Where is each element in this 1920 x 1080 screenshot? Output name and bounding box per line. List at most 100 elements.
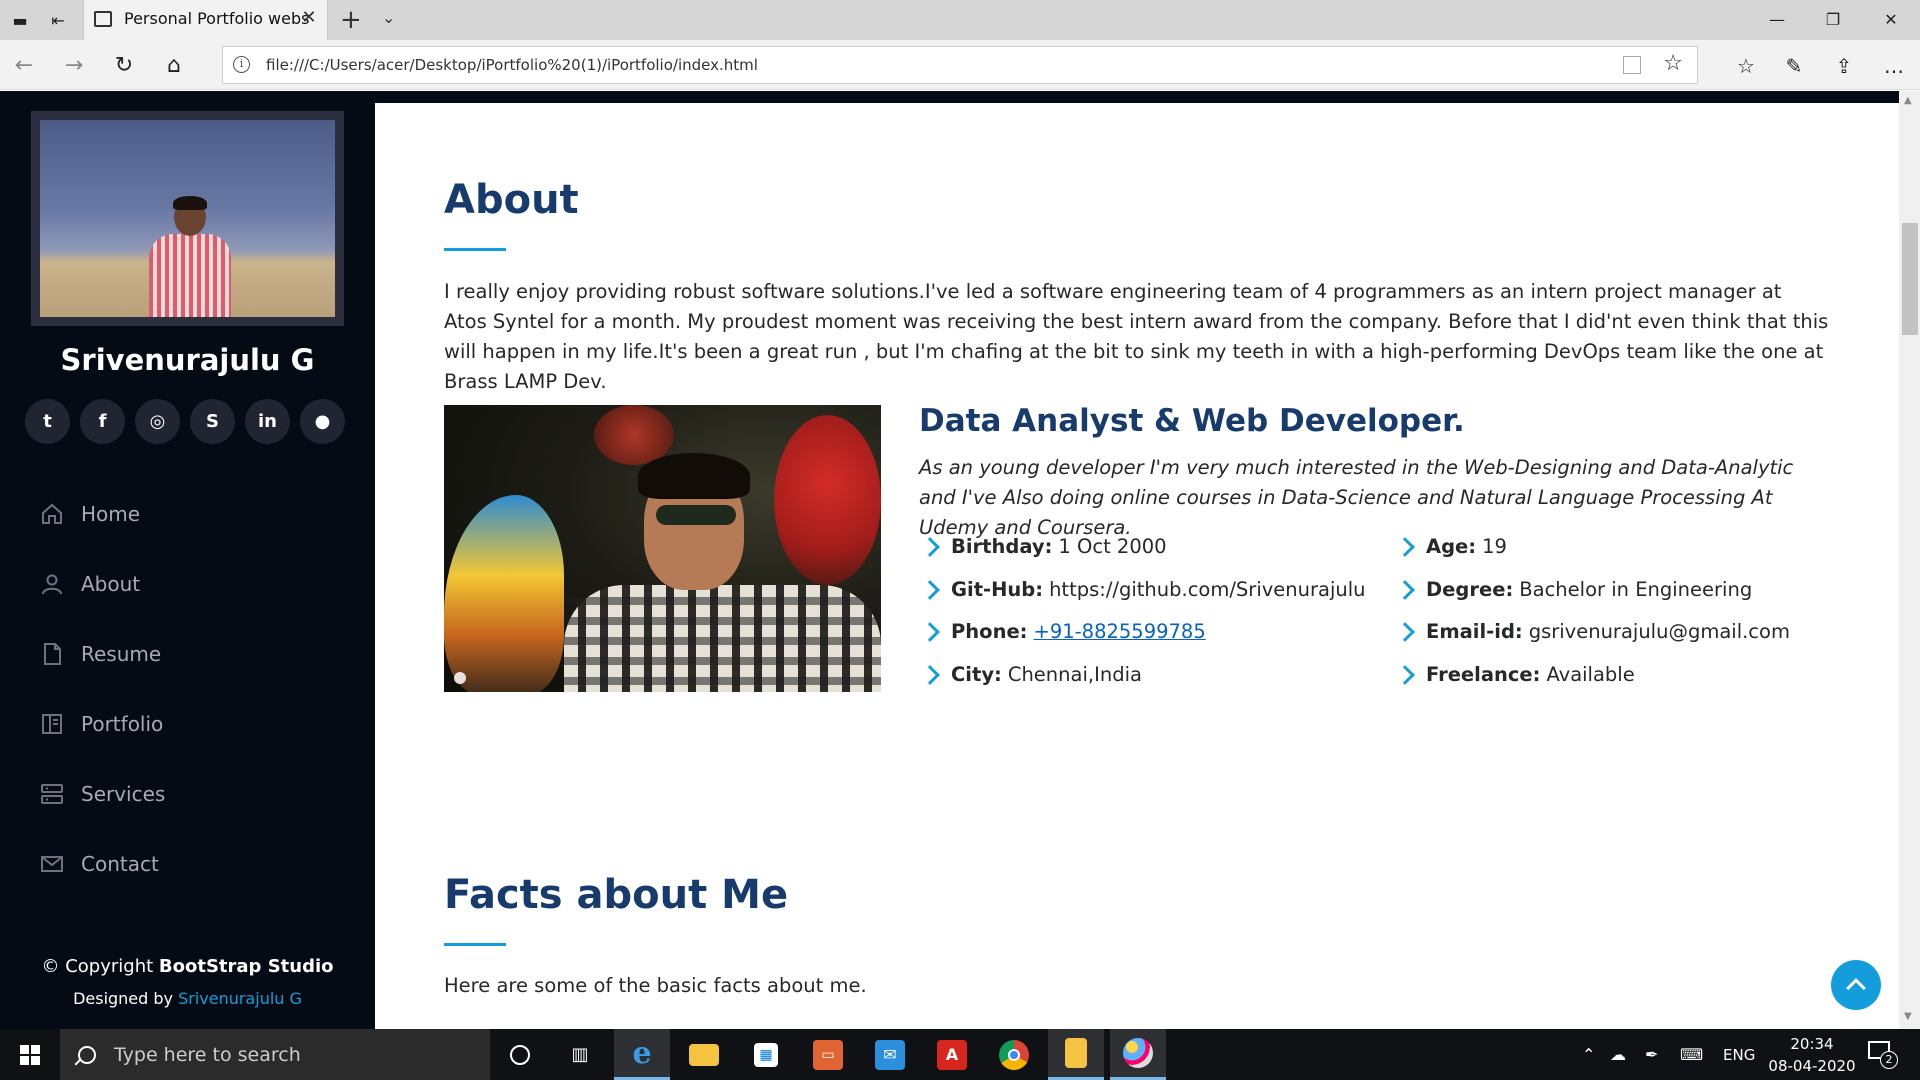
- info-city: City: Chennai,India: [919, 663, 1142, 686]
- sidebar-item-home[interactable]: Home: [38, 479, 165, 549]
- cortana-icon[interactable]: [492, 1029, 548, 1080]
- edge-icon[interactable]: e: [614, 1029, 670, 1080]
- sidebar-item-contact[interactable]: Contact: [38, 829, 165, 899]
- back-icon[interactable]: ←: [10, 52, 38, 80]
- page-viewport: Srivenurajulu G t f ◎ S in ● Home About: [0, 91, 1920, 1029]
- clock[interactable]: 20:34 08-04-2020: [1762, 1033, 1862, 1077]
- github-icon[interactable]: ●: [300, 399, 345, 444]
- refresh-icon[interactable]: ↻: [110, 52, 138, 80]
- action-center-icon[interactable]: 2: [1868, 1039, 1898, 1069]
- sidebar-item-portfolio[interactable]: Portfolio: [38, 689, 165, 759]
- restore-icon[interactable]: ❐: [1808, 4, 1858, 36]
- page-icon: [94, 11, 112, 27]
- address-bar[interactable]: i file:///C:/Users/acer/Desktop/iPortfol…: [222, 46, 1698, 84]
- sidebar-item-label: Portfolio: [81, 712, 164, 736]
- chevron-up-icon: [1846, 978, 1866, 998]
- task-view-icon[interactable]: ▥: [552, 1029, 608, 1080]
- chevron-down-icon[interactable]: ⌄: [382, 8, 395, 27]
- chrome-icon[interactable]: [986, 1029, 1042, 1080]
- info-degree: Degree: Bachelor in Engineering: [1394, 578, 1752, 601]
- chevron-right-icon: [1395, 536, 1415, 557]
- pen-icon[interactable]: ✎: [1780, 52, 1808, 80]
- photo-person-badge-icon: [454, 672, 466, 684]
- role-title: Data Analyst & Web Developer.: [919, 403, 1465, 439]
- top-strip: [375, 91, 1899, 103]
- set-tabs-aside-icon[interactable]: ⇤: [46, 8, 70, 32]
- info-birthday: Birthday: 1 Oct 2000: [919, 535, 1167, 558]
- info-icon[interactable]: i: [233, 56, 250, 73]
- facebook-icon[interactable]: f: [80, 399, 125, 444]
- facts-title: Facts about Me: [444, 872, 789, 918]
- taskbar-search[interactable]: Type here to search: [60, 1029, 490, 1080]
- home-icon: [38, 500, 66, 528]
- scrollbar-thumb[interactable]: [1902, 223, 1918, 335]
- clock-date: 08-04-2020: [1768, 1057, 1856, 1075]
- chevron-right-icon: [1395, 664, 1415, 685]
- server-icon: [38, 780, 66, 808]
- info-age: Age: 19: [1394, 535, 1507, 558]
- favorites-list-icon[interactable]: ☆: [1732, 52, 1760, 80]
- file-explorer-icon[interactable]: [676, 1029, 732, 1080]
- profile-image-frame: [31, 111, 344, 326]
- info-freelance: Freelance: Available: [1394, 663, 1635, 686]
- file-icon: [38, 640, 66, 668]
- designer-link[interactable]: Srivenurajulu G: [178, 989, 302, 1008]
- twitter-icon[interactable]: t: [25, 399, 70, 444]
- sidebar-item-about[interactable]: About: [38, 549, 165, 619]
- designed-by: Designed by Srivenurajulu G: [73, 989, 302, 1008]
- pen-workspace-icon[interactable]: ✒: [1645, 1029, 1658, 1080]
- back-to-top-button[interactable]: [1831, 960, 1881, 1010]
- tab-actions-icon[interactable]: ▬: [8, 8, 32, 32]
- more-icon[interactable]: …: [1880, 52, 1908, 80]
- clock-time: 20:34: [1790, 1035, 1834, 1053]
- browser-tab-bar: ▬ ⇤ Personal Portfolio webs ✕ + ⌄ — ❐ ✕: [0, 0, 1920, 40]
- info-email: Email-id: gsrivenurajulu@gmail.com: [1394, 620, 1790, 643]
- language-indicator[interactable]: ENG: [1723, 1029, 1755, 1080]
- linkedin-icon[interactable]: in: [245, 399, 290, 444]
- minimize-icon[interactable]: —: [1752, 4, 1802, 36]
- address-url[interactable]: file:///C:/Users/acer/Desktop/iPortfolio…: [266, 56, 758, 74]
- store-icon[interactable]: ▦: [738, 1029, 794, 1080]
- presentation-icon[interactable]: ▭: [800, 1029, 856, 1080]
- instagram-icon[interactable]: ◎: [135, 399, 180, 444]
- favorite-star-icon[interactable]: ☆: [1663, 51, 1683, 76]
- search-icon: [78, 1045, 96, 1064]
- chevron-right-icon: [1395, 621, 1415, 642]
- scroll-down-icon[interactable]: ▼: [1904, 1011, 1912, 1022]
- start-button[interactable]: [0, 1029, 60, 1080]
- facts-intro: Here are some of the basic facts about m…: [444, 974, 867, 997]
- profile-name[interactable]: Srivenurajulu G: [0, 343, 375, 377]
- acrobat-icon[interactable]: A: [924, 1029, 980, 1080]
- chevron-right-icon: [920, 621, 940, 642]
- about-photo: [444, 405, 881, 692]
- browser-tab[interactable]: Personal Portfolio webs ✕: [83, 0, 328, 40]
- notes-icon[interactable]: [1048, 1029, 1104, 1080]
- sidebar-footer: © Copyright BootStrap Studio Designed by…: [0, 951, 375, 1015]
- sidebar: Srivenurajulu G t f ◎ S in ● Home About: [0, 91, 375, 1029]
- keyboard-icon[interactable]: ⌨: [1680, 1029, 1703, 1080]
- new-tab-icon[interactable]: +: [340, 6, 362, 34]
- chevron-right-icon: [920, 664, 940, 685]
- info-github: Git-Hub: https://github.com/Srivenurajul…: [919, 578, 1366, 601]
- reading-view-icon[interactable]: [1623, 56, 1641, 74]
- sidebar-item-services[interactable]: Services: [38, 759, 165, 829]
- close-window-icon[interactable]: ✕: [1866, 4, 1916, 36]
- envelope-icon: [38, 850, 66, 878]
- onedrive-icon[interactable]: ☁: [1610, 1029, 1626, 1080]
- forward-icon[interactable]: →: [60, 52, 88, 80]
- phone-link[interactable]: +91-8825599785: [1033, 620, 1205, 643]
- share-icon[interactable]: ⇪: [1830, 52, 1858, 80]
- skype-icon[interactable]: S: [190, 399, 235, 444]
- about-title: About: [444, 177, 579, 223]
- sidebar-item-resume[interactable]: Resume: [38, 619, 165, 689]
- close-tab-icon[interactable]: ✕: [297, 6, 321, 30]
- page-scrollbar[interactable]: ▲ ▼: [1899, 91, 1920, 1029]
- paint-icon[interactable]: [1110, 1029, 1166, 1080]
- show-hidden-icons[interactable]: ⌃: [1582, 1029, 1595, 1080]
- scroll-up-icon[interactable]: ▲: [1904, 95, 1912, 106]
- about-intro: I really enjoy providing robust software…: [444, 280, 1829, 393]
- chevron-right-icon: [920, 579, 940, 600]
- home-page-icon[interactable]: ⌂: [160, 52, 188, 80]
- copyright-brand: BootStrap Studio: [158, 956, 334, 977]
- mail-icon[interactable]: ✉: [862, 1029, 918, 1080]
